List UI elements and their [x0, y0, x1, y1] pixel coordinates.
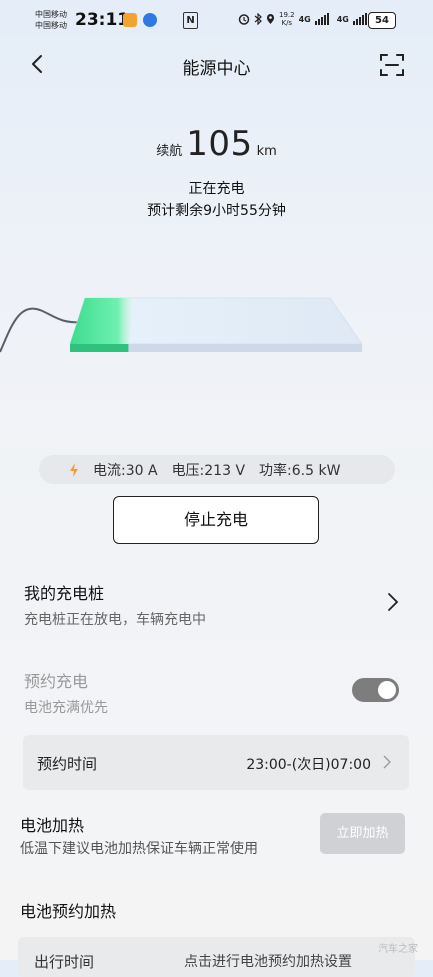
toggle-knob [378, 681, 396, 699]
app-notification-icon [123, 13, 137, 27]
current-value: 电流:30 A [93, 462, 158, 479]
carrier-labels: 中国移动 中国移动 [35, 9, 67, 31]
chevron-right-icon [383, 755, 391, 769]
alarm-icon [238, 14, 250, 25]
network-type-1: 4G [298, 14, 311, 24]
location-icon [267, 14, 274, 24]
nfc-icon: N [183, 12, 198, 29]
watermark: 汽车之家 [378, 944, 418, 955]
battery-charging-illustration [0, 297, 363, 353]
signal-icon [314, 13, 329, 25]
voltage-value: 电压:213 V [171, 462, 246, 479]
charge-level-fill [70, 298, 134, 344]
my-charging-pile-status: 充电桩正在放电，车辆充电中 [24, 612, 206, 628]
network-speed: 19.2 K/s [279, 11, 295, 27]
signal-icon-2 [352, 13, 367, 25]
status-time: 23:11 [75, 10, 130, 30]
app-notification-icon-2 [143, 13, 157, 27]
charge-level-side [70, 344, 129, 352]
carrier-2: 中国移动 [35, 21, 67, 30]
scheduled-charging-title: 预约充电 [24, 672, 89, 691]
bluetooth-icon [254, 13, 262, 25]
range-value: 105 [186, 124, 253, 164]
range-label: 续航 [156, 144, 183, 159]
scheduled-time-row[interactable]: 预约时间 23:00-(次日)07:00 [23, 735, 409, 790]
range-unit: km [256, 144, 277, 159]
departure-time-hint: 点击进行电池预约加热设置 [184, 954, 352, 970]
scheduled-time-value: 23:00-(次日)07:00 [246, 757, 371, 773]
battery-preheat-title: 电池预约加热 [20, 902, 117, 921]
charge-status: 正在充电 [188, 181, 245, 197]
heat-now-button[interactable]: 立即加热 [320, 813, 405, 854]
charging-metrics: 电流:30 A 电压:213 V 功率:6.5 kW [39, 455, 395, 484]
battery-icon: 54 [368, 12, 396, 29]
remaining-time: 预计剩余9小时55分钟 [147, 203, 286, 219]
scheduled-charging-subtitle: 电池充满优先 [24, 700, 108, 716]
network-type-2: 4G [336, 14, 349, 24]
carrier-1: 中国移动 [35, 10, 67, 19]
chevron-right-icon[interactable] [386, 591, 400, 613]
scheduled-charging-toggle[interactable] [352, 678, 399, 702]
scheduled-time-label: 预约时间 [37, 755, 98, 773]
my-charging-pile-title[interactable]: 我的充电桩 [24, 580, 104, 604]
lightning-icon [70, 462, 78, 477]
page-title: 能源中心 [182, 59, 251, 79]
stop-charging-button[interactable]: 停止充电 [113, 496, 319, 544]
speed-value: 19.2 [279, 11, 295, 19]
speed-unit: K/s [281, 19, 293, 27]
range-display: 续航 105 km [0, 124, 433, 164]
status-icons: 19.2 K/s 4G 4G [238, 11, 367, 27]
scan-icon[interactable] [378, 52, 406, 78]
power-value: 功率:6.5 kW [259, 462, 341, 479]
departure-time-row[interactable]: 出行时间 点击进行电池预约加热设置 [18, 937, 415, 977]
departure-time-label: 出行时间 [34, 953, 95, 971]
battery-heating-subtitle: 低温下建议电池加热保证车辆正常使用 [20, 841, 258, 857]
battery-heating-title: 电池加热 [20, 816, 85, 835]
